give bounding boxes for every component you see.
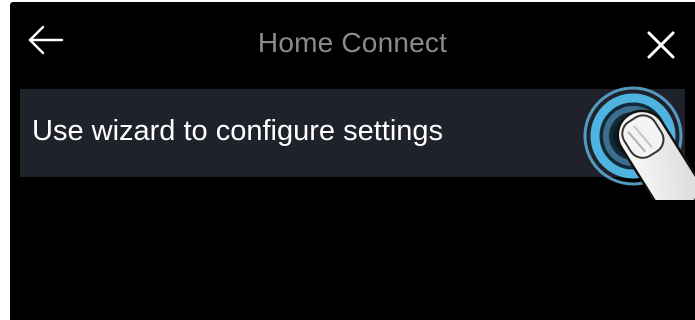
- close-button[interactable]: [644, 28, 678, 62]
- close-icon: [647, 31, 675, 59]
- settings-item-label: Use wizard to configure settings: [32, 115, 444, 147]
- settings-item-wizard[interactable]: Use wizard to configure settings: [20, 89, 685, 177]
- device-screen: Home Connect Use wizard to configure set…: [10, 2, 695, 320]
- page-title: Home Connect: [257, 27, 448, 58]
- header-bar: Home Connect: [10, 2, 695, 82]
